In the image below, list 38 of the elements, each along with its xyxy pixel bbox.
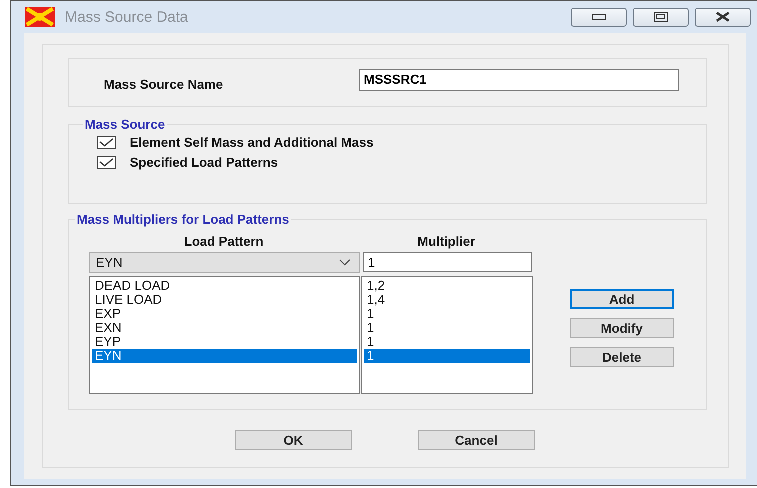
list-item[interactable]: 1,4 [364,293,530,307]
column-header: Load Pattern [183,234,265,251]
dialog-button[interactable]: Cancel [418,430,535,450]
minimize-icon [592,14,606,20]
chevron-down-icon [339,259,351,266]
checkbox-label: Specified Load Patterns [130,154,278,170]
action-button[interactable]: Modify [570,318,674,338]
action-button[interactable]: Add [570,289,674,309]
list-item[interactable]: EYN [92,349,357,363]
group-title: Mass Source [84,117,166,132]
list-item[interactable]: LIVE LOAD [92,293,357,307]
action-button[interactable]: Delete [570,347,674,367]
minimize-button[interactable] [571,8,627,26]
group-title: Mass Multipliers for Load Patterns [76,212,290,227]
list-item[interactable]: EXN [92,321,357,335]
list-item[interactable]: 1 [364,349,530,363]
column-header: Multiplier [416,234,476,251]
close-button[interactable] [695,8,751,26]
checkbox[interactable] [97,136,116,148]
list-item[interactable]: 1 [364,335,530,349]
field-label: Mass Source Name [104,77,224,92]
list-item[interactable]: 1 [364,307,530,321]
checkbox-label: Element Self Mass and Additional Mass [130,134,374,150]
maximize-button[interactable] [633,8,689,26]
load-pattern-dropdown[interactable]: EYN [89,252,360,273]
list-item[interactable]: 1 [364,321,530,335]
close-icon [716,12,730,22]
dialog-button[interactable]: OK [235,430,352,450]
maximize-icon [654,12,668,22]
multiplier-input-field[interactable]: 1 [363,252,532,272]
checkbox[interactable] [97,156,116,168]
window-title: Mass Source Data [65,8,188,26]
list-item[interactable]: DEAD LOAD [92,279,357,293]
list-item[interactable]: 1,2 [364,279,530,293]
name-input-field[interactable]: MSSSRC1 [359,68,679,90]
list-item[interactable]: EYP [92,335,357,349]
list-item[interactable]: EXP [92,307,357,321]
app-icon [25,7,55,27]
